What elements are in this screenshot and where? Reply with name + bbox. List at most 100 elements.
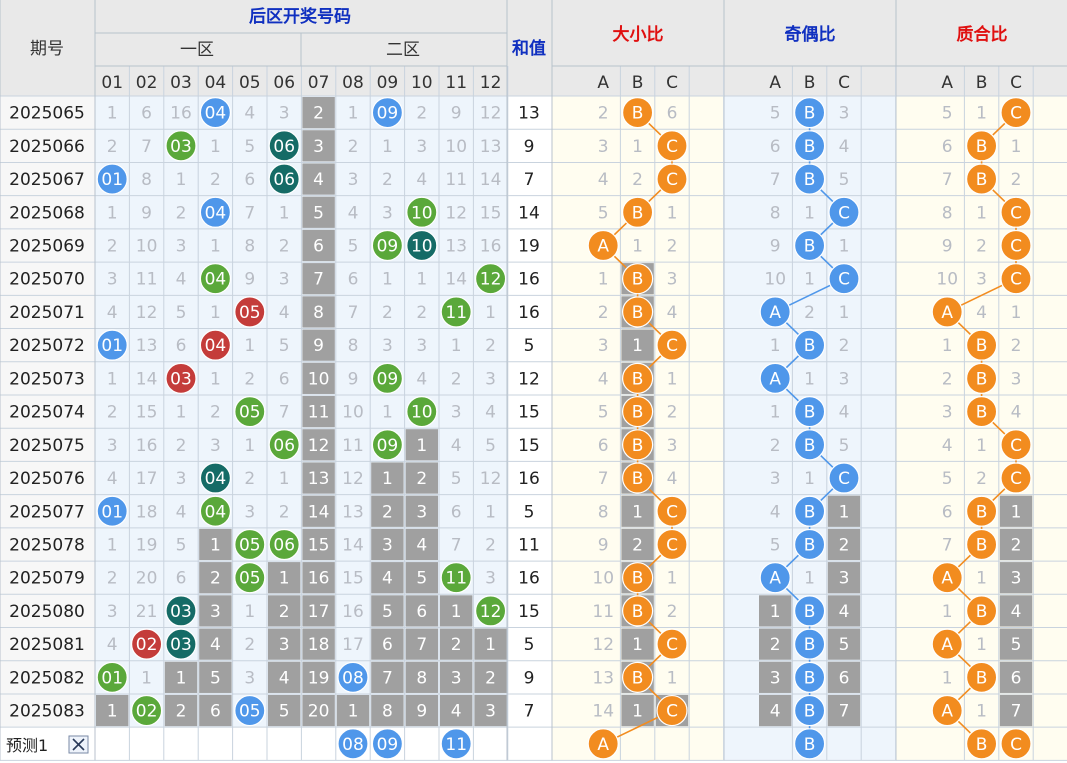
odd-even-ball-label: B xyxy=(804,502,816,522)
miss-count: 1 xyxy=(210,535,221,555)
number-ball: 04 xyxy=(199,263,231,295)
miss-count: 1 xyxy=(176,403,187,423)
miss-count: 3 xyxy=(416,137,427,157)
size-miss-count: 2 xyxy=(667,602,678,622)
miss-count: 6 xyxy=(244,170,255,190)
size-miss-count: 3 xyxy=(667,270,678,290)
miss-count: 2 xyxy=(107,137,118,157)
miss-count: 4 xyxy=(279,668,290,688)
miss-count: 1 xyxy=(210,303,221,323)
period-cell: 2025070 xyxy=(9,270,85,290)
size-miss-count: 2 xyxy=(632,535,643,555)
miss-count: 4 xyxy=(210,635,221,655)
prime-ball-label: C xyxy=(1010,469,1022,489)
miss-count: 4 xyxy=(382,569,393,589)
odd-even-ball-label: B xyxy=(804,635,816,655)
miss-count: 1 xyxy=(451,602,462,622)
number-ball: 09 xyxy=(371,229,403,262)
size-ball-label: B xyxy=(632,403,644,423)
miss-count: 11 xyxy=(136,270,158,290)
odd-even-ball: C xyxy=(828,263,860,295)
number-column-header: 02 xyxy=(136,73,158,93)
size-prediction-ball: A xyxy=(587,728,619,760)
miss-count: 2 xyxy=(244,469,255,489)
prime-miss-count: 4 xyxy=(942,436,953,456)
miss-count: 5 xyxy=(176,303,187,323)
miss-count: 3 xyxy=(313,137,324,157)
miss-count: 4 xyxy=(416,535,427,555)
miss-count: 15 xyxy=(136,403,158,423)
miss-count: 8 xyxy=(244,236,255,256)
miss-count: 3 xyxy=(244,668,255,688)
size-ball-label: C xyxy=(666,535,678,555)
miss-count: 1 xyxy=(279,203,290,223)
prime-miss-count: 2 xyxy=(1011,535,1022,555)
miss-count: 2 xyxy=(382,170,393,190)
prime-miss-count: 7 xyxy=(942,170,953,190)
size-miss-count: 4 xyxy=(667,469,678,489)
prediction-number-ball: 11 xyxy=(440,728,472,760)
miss-count: 9 xyxy=(141,203,152,223)
miss-count: 4 xyxy=(416,369,427,389)
miss-count: 3 xyxy=(244,502,255,522)
size-miss-count: 1 xyxy=(598,270,609,290)
period-cell: 2025069 xyxy=(9,236,85,256)
miss-count: 5 xyxy=(210,668,221,688)
miss-count: 6 xyxy=(210,702,221,722)
prime-miss-count: 1 xyxy=(1011,137,1022,157)
miss-count: 2 xyxy=(210,569,221,589)
number-ball: 09 xyxy=(371,97,403,129)
number-ball: 05 xyxy=(234,395,266,428)
number-ball: 09 xyxy=(371,429,403,461)
close-icon[interactable] xyxy=(68,735,89,754)
prime-miss-count: 1 xyxy=(976,569,987,589)
miss-count: 3 xyxy=(210,602,221,622)
prime-miss-count: 8 xyxy=(942,203,953,223)
miss-count: 4 xyxy=(451,436,462,456)
prime-ball: B xyxy=(965,362,998,394)
number-ball: 04 xyxy=(199,97,231,129)
sum-cell: 11 xyxy=(518,535,540,555)
prime-ball-label: B xyxy=(976,535,988,555)
sum-cell: 16 xyxy=(518,303,540,323)
number-ball-label: 11 xyxy=(445,303,467,323)
odd-even-ball-label: C xyxy=(838,203,850,223)
number-ball: 05 xyxy=(234,562,266,594)
prime-ball: A xyxy=(931,628,963,660)
period-header: 期号 xyxy=(30,39,64,59)
miss-count: 1 xyxy=(382,270,393,290)
period-cell: 2025072 xyxy=(9,336,85,356)
size-ball-label: C xyxy=(666,137,678,157)
odd-even-miss-count: 1 xyxy=(839,502,850,522)
miss-count: 1 xyxy=(176,170,187,190)
prime-ball: A xyxy=(931,694,963,727)
period-cell: 2025065 xyxy=(9,104,85,124)
odd-even-miss-count: 1 xyxy=(804,469,815,489)
odd-even-miss-count: 3 xyxy=(839,369,850,389)
odd-even-ball-label: B xyxy=(804,436,816,456)
number-ball-label: 12 xyxy=(480,270,502,290)
sum-cell: 9 xyxy=(524,137,535,157)
miss-count: 1 xyxy=(382,137,393,157)
miss-count: 12 xyxy=(480,104,502,124)
prime-miss-count: 1 xyxy=(976,203,987,223)
sum-cell: 7 xyxy=(524,170,535,190)
size-miss-count: 5 xyxy=(598,203,609,223)
miss-count: 7 xyxy=(141,137,152,157)
prime-ball: B xyxy=(965,130,998,162)
number-ball-label: 09 xyxy=(377,436,399,456)
prime-title: 质合比 xyxy=(957,24,1008,45)
odd-even-miss-count: 4 xyxy=(770,702,781,722)
miss-count: 1 xyxy=(416,270,427,290)
number-ball-label: 06 xyxy=(273,436,295,456)
prime-ball-label: C xyxy=(1010,203,1022,223)
miss-count: 4 xyxy=(416,170,427,190)
prime-miss-count: 1 xyxy=(976,436,987,456)
number-ball: 12 xyxy=(475,595,507,627)
number-ball-label: 06 xyxy=(273,535,295,555)
size-miss-count: 4 xyxy=(598,170,609,190)
miss-count: 16 xyxy=(308,569,330,589)
size-ball: B xyxy=(621,296,654,328)
prime-miss-count: 2 xyxy=(942,369,953,389)
number-ball-label: 09 xyxy=(377,369,399,389)
